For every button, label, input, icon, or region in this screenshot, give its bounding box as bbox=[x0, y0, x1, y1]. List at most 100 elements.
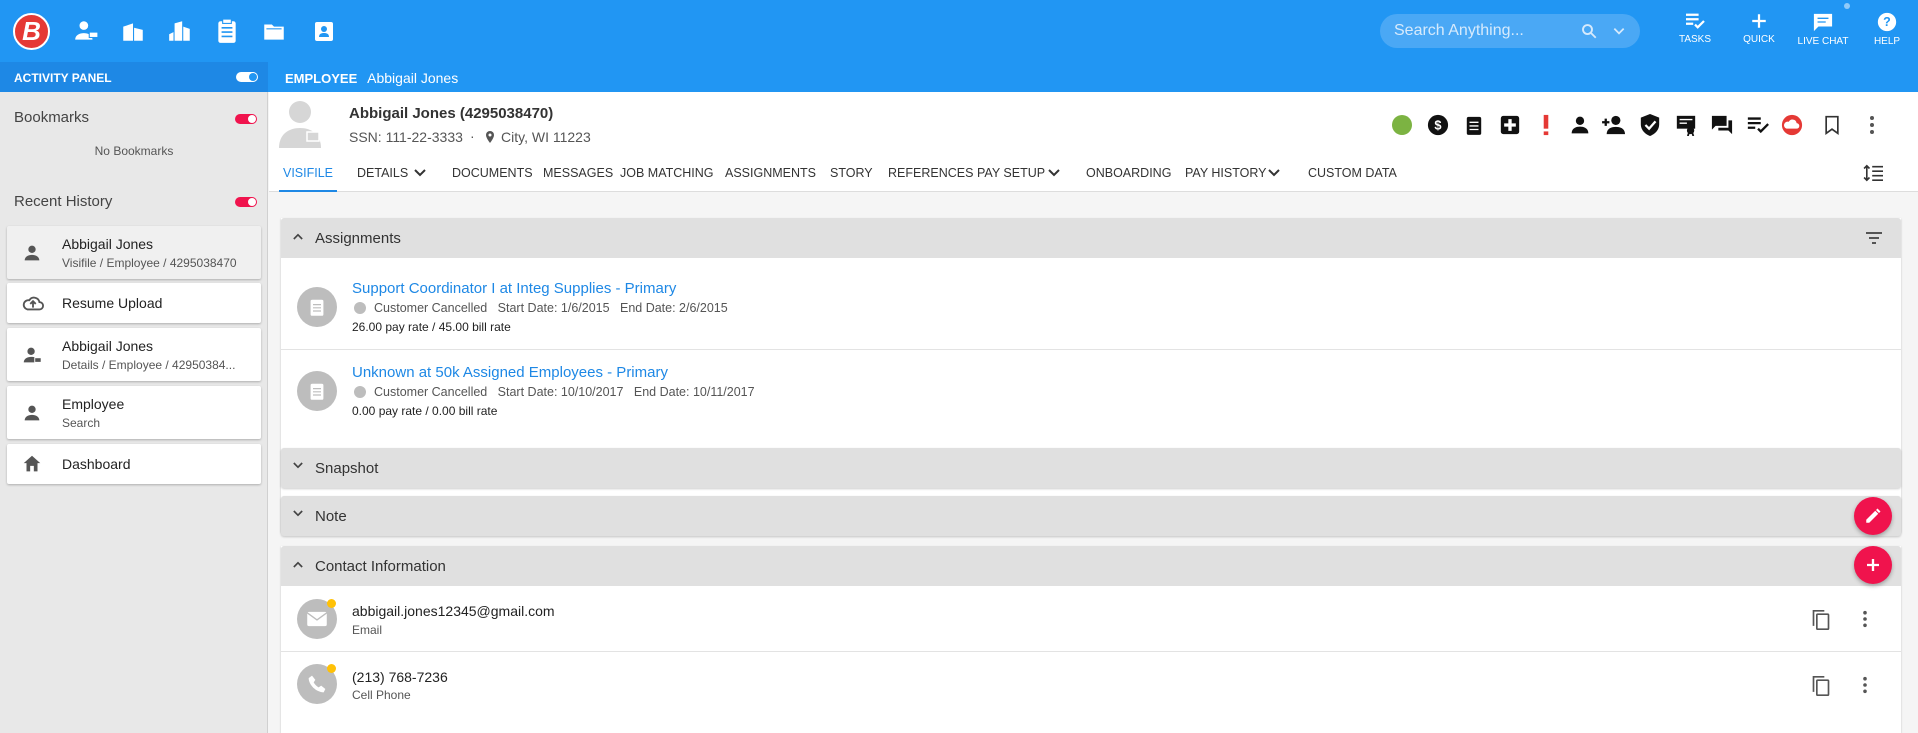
tab-messages[interactable]: MESSAGES bbox=[543, 154, 613, 192]
person-icon bbox=[21, 242, 43, 264]
tab-assignments[interactable]: ASSIGNMENTS bbox=[725, 154, 816, 192]
copy-icon[interactable] bbox=[1811, 609, 1831, 631]
history-item-sub: Details / Employee / 42950384... bbox=[62, 358, 236, 372]
tab-story[interactable]: STORY bbox=[830, 154, 873, 192]
assignment-title-link[interactable]: Support Coordinator I at Integ Supplies … bbox=[352, 280, 676, 297]
history-item-title: Abbigail Jones bbox=[62, 236, 154, 252]
tab-documents[interactable]: DOCUMENTS bbox=[452, 154, 533, 192]
tab-details[interactable]: DETAILS bbox=[357, 154, 408, 192]
bookmark-icon[interactable] bbox=[1819, 112, 1845, 138]
history-item[interactable]: Dashboard bbox=[7, 444, 261, 484]
add-contact-button[interactable] bbox=[1854, 546, 1892, 584]
note-panel-header[interactable]: Note bbox=[281, 496, 1901, 536]
status-dot bbox=[354, 302, 366, 314]
primary-star-badge bbox=[327, 599, 336, 608]
help-button[interactable]: ? HELP bbox=[1857, 12, 1917, 47]
history-item[interactable]: Resume Upload bbox=[7, 283, 261, 323]
activity-panel-toggle[interactable] bbox=[236, 72, 258, 82]
assignment-status: Customer Cancelled bbox=[374, 301, 488, 315]
tab-onboarding[interactable]: ONBOARDING bbox=[1086, 154, 1171, 192]
dollar-icon[interactable]: $ bbox=[1425, 112, 1451, 138]
avatar[interactable] bbox=[273, 98, 327, 148]
search-box[interactable] bbox=[1380, 14, 1640, 48]
assignment-start: Start Date: 1/6/2015 bbox=[497, 301, 610, 315]
contact-value[interactable]: abbigail.jones12345@gmail.com bbox=[352, 603, 555, 619]
note-title: Note bbox=[315, 508, 347, 525]
contact-panel-header[interactable]: Contact Information bbox=[281, 546, 1901, 586]
history-item-sub: Visifile / Employee / 4295038470 bbox=[62, 256, 237, 270]
status-indicator-icon[interactable] bbox=[1389, 112, 1415, 138]
tab-references[interactable]: REFERENCES bbox=[888, 154, 973, 192]
chevron-down-icon[interactable] bbox=[1048, 169, 1060, 177]
assignment-rate: 0.00 pay rate / 0.00 bill rate bbox=[352, 404, 498, 418]
assignment-title-link[interactable]: Unknown at 50k Assigned Employees - Prim… bbox=[352, 364, 668, 381]
tab-label: DETAILS bbox=[357, 166, 409, 180]
clipboard-icon bbox=[297, 287, 337, 327]
recent-history-toggle[interactable] bbox=[235, 197, 257, 207]
history-item[interactable]: Employee Search bbox=[7, 386, 261, 439]
certificate-icon[interactable] bbox=[1673, 112, 1699, 138]
assignment-rate: 26.00 pay rate / 45.00 bill rate bbox=[352, 320, 511, 334]
copy-icon[interactable] bbox=[1811, 675, 1831, 697]
tasks-button[interactable]: TASKS bbox=[1665, 12, 1725, 45]
assignments-title: Assignments bbox=[315, 230, 401, 247]
activity-panel-header: ACTIVITY PANEL bbox=[0, 62, 268, 92]
person-icon[interactable] bbox=[71, 16, 101, 46]
clipboard-icon[interactable] bbox=[212, 16, 242, 46]
more-vert-icon[interactable] bbox=[1859, 112, 1885, 138]
line-spacing-icon[interactable] bbox=[1863, 164, 1885, 182]
search-icon[interactable] bbox=[1580, 22, 1598, 40]
home-icon bbox=[21, 453, 43, 475]
tab-job-matching[interactable]: JOB MATCHING bbox=[620, 154, 714, 192]
list-item: (213) 768-7236 Cell Phone bbox=[281, 652, 1901, 718]
cloud-alert-icon[interactable] bbox=[1779, 112, 1805, 138]
buildings-icon[interactable] bbox=[165, 16, 195, 46]
building-icon[interactable] bbox=[118, 16, 148, 46]
more-vert-icon[interactable] bbox=[1862, 676, 1868, 694]
tasks-icon bbox=[1665, 12, 1725, 30]
bookmarks-empty: No Bookmarks bbox=[94, 144, 174, 158]
quick-button[interactable]: QUICK bbox=[1729, 12, 1789, 45]
alert-icon[interactable] bbox=[1533, 112, 1559, 138]
sidebar: Bookmarks No Bookmarks Recent History Ab… bbox=[0, 92, 268, 733]
clipboard-icon[interactable] bbox=[1461, 112, 1487, 138]
profile-ssn: SSN: 111-22-3333 bbox=[349, 129, 463, 145]
bookmarks-toggle[interactable] bbox=[235, 114, 257, 124]
search-input[interactable] bbox=[1394, 14, 1574, 48]
messages-icon[interactable] bbox=[1709, 112, 1735, 138]
tab-pay-setup[interactable]: PAY SETUP bbox=[977, 154, 1045, 192]
more-vert-icon[interactable] bbox=[1862, 610, 1868, 628]
person-card-icon bbox=[21, 344, 43, 366]
assignments-header[interactable]: Assignments bbox=[281, 218, 1901, 258]
history-item-sub: Search bbox=[62, 416, 101, 430]
add-person-icon[interactable] bbox=[1601, 112, 1627, 138]
live-chat-label: LIVE CHAT bbox=[1797, 36, 1849, 47]
edit-note-button[interactable] bbox=[1854, 497, 1892, 535]
checklist-icon[interactable] bbox=[1745, 112, 1771, 138]
snapshot-panel-header[interactable]: Snapshot bbox=[281, 448, 1901, 488]
separator: · bbox=[470, 128, 475, 144]
badge-icon[interactable] bbox=[309, 16, 339, 46]
contact-panel: Contact Information abbigail.jones12345@… bbox=[281, 546, 1901, 733]
tab-custom-data[interactable]: CUSTOM DATA bbox=[1308, 154, 1397, 192]
contact-value[interactable]: (213) 768-7236 bbox=[352, 669, 448, 685]
chevron-down-icon[interactable] bbox=[1268, 169, 1280, 177]
filter-icon[interactable] bbox=[1865, 231, 1883, 245]
history-item[interactable]: Abbigail Jones Details / Employee / 4295… bbox=[7, 328, 261, 381]
chevron-down-icon[interactable] bbox=[1612, 24, 1626, 38]
chevron-down-icon[interactable] bbox=[414, 169, 426, 177]
help-icon: ? bbox=[1857, 12, 1917, 32]
tasks-label: TASKS bbox=[1678, 34, 1712, 45]
medical-icon[interactable] bbox=[1497, 112, 1523, 138]
live-chat-button[interactable]: LIVE CHAT bbox=[1793, 12, 1853, 47]
history-item[interactable]: Abbigail Jones Visifile / Employee / 429… bbox=[7, 226, 261, 279]
app-logo[interactable]: B bbox=[13, 13, 50, 50]
shield-icon[interactable] bbox=[1637, 112, 1663, 138]
list-item: abbigail.jones12345@gmail.com Email bbox=[281, 586, 1901, 652]
person-icon[interactable] bbox=[1567, 112, 1593, 138]
folder-icon[interactable] bbox=[259, 16, 289, 46]
profile-name: Abbigail Jones (4295038470) bbox=[349, 105, 554, 122]
tab-visifile[interactable]: VISIFILE bbox=[279, 154, 338, 192]
list-item: Unknown at 50k Assigned Employees - Prim… bbox=[281, 350, 1901, 442]
tab-pay-history[interactable]: PAY HISTORY bbox=[1185, 154, 1267, 192]
